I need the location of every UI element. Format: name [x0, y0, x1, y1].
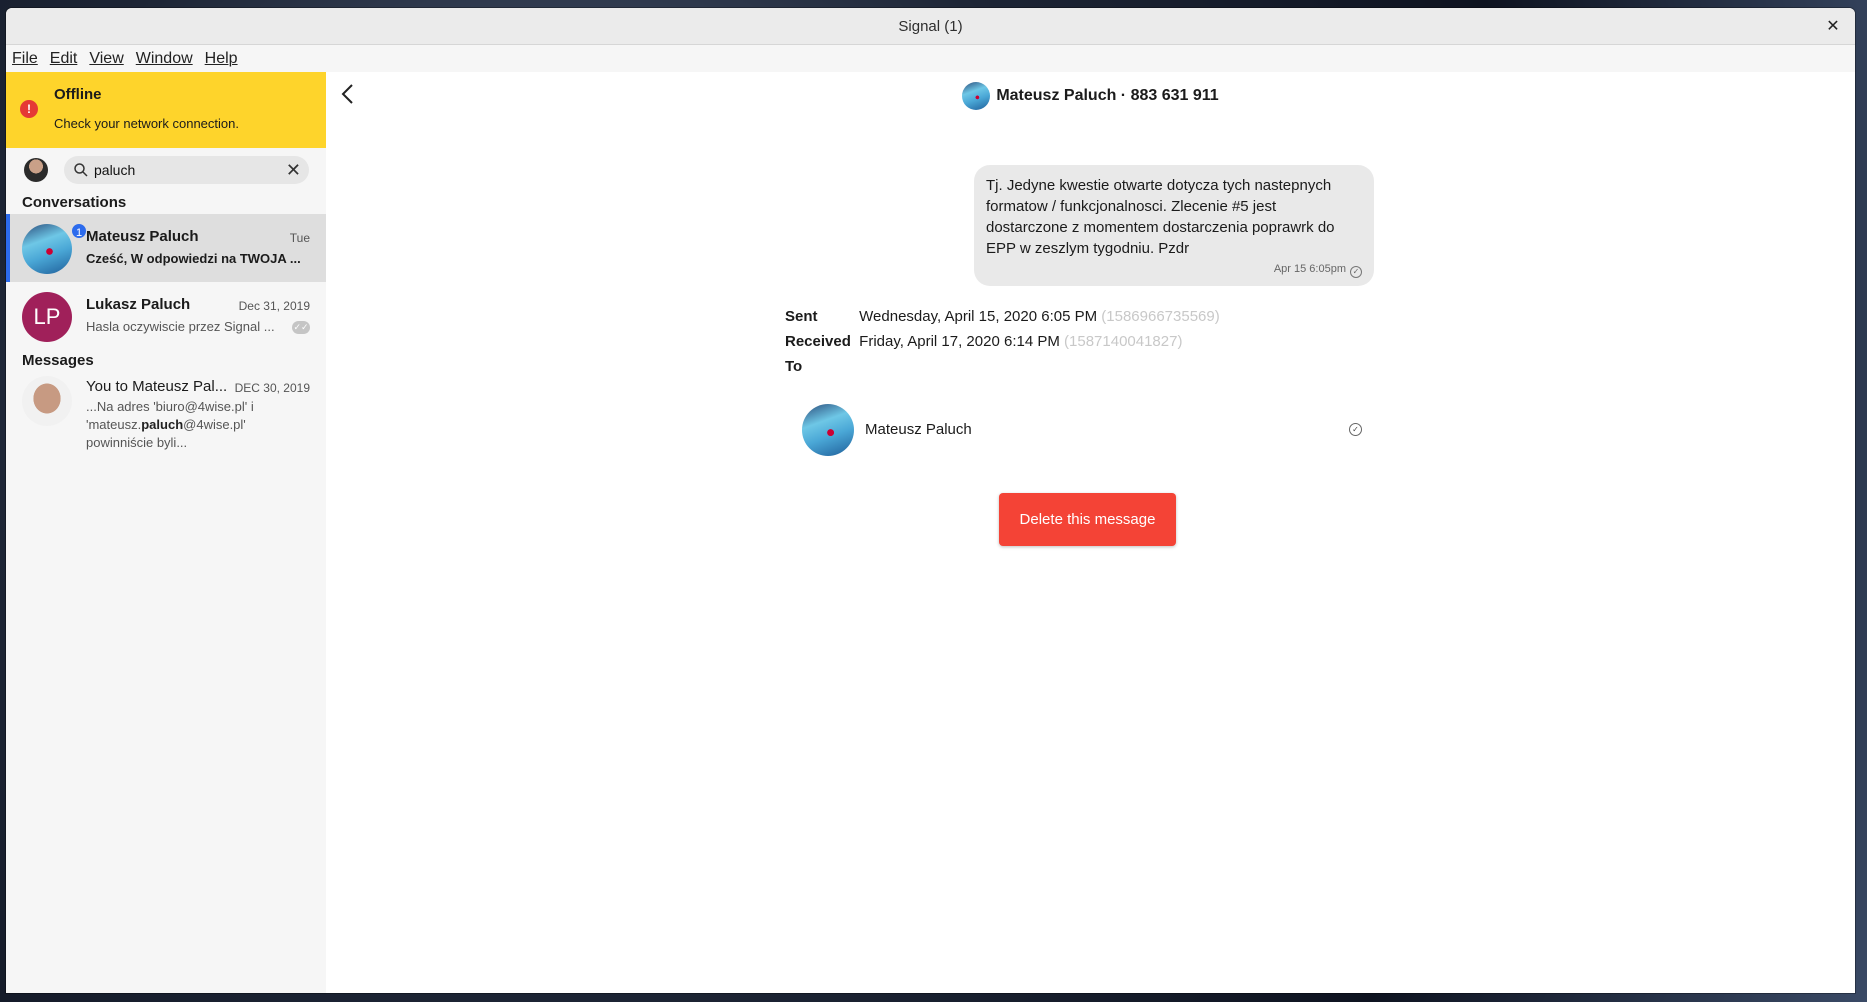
to-row: To: [785, 354, 1220, 379]
message-meta: Apr 15 6:05pm ✓: [986, 263, 1362, 278]
avatar: LP: [22, 292, 72, 342]
menu-view[interactable]: View: [89, 50, 123, 68]
offline-banner: ! Offline Check your network connection.: [6, 72, 326, 148]
message-result-snippet: ...Na adres 'biuro@4wise.pl' i 'mateusz.…: [86, 399, 254, 450]
conversation-name: Lukasz Paluch: [86, 296, 191, 313]
sent-value: Wednesday, April 15, 2020 6:05 PM: [859, 308, 1098, 325]
offline-title: Offline: [54, 86, 102, 103]
my-avatar[interactable]: [24, 158, 48, 182]
recipient-row[interactable]: Mateusz Paluch ✓: [802, 404, 1362, 458]
menu-edit[interactable]: Edit: [50, 50, 78, 68]
sent-label: Sent: [785, 308, 818, 325]
delivered-check-icon: ✓: [1349, 423, 1362, 436]
alert-icon: !: [20, 100, 38, 118]
sent-row: Sent Wednesday, April 15, 2020 6:05 PM (…: [785, 304, 1220, 329]
received-label: Received: [785, 333, 851, 350]
message-details: Sent Wednesday, April 15, 2020 6:05 PM (…: [785, 304, 1220, 379]
header-avatar: [962, 82, 991, 110]
received-value: Friday, April 17, 2020 6:14 PM: [859, 333, 1060, 350]
offline-subtitle: Check your network connection.: [54, 116, 239, 131]
message-search-result[interactable]: You to Mateusz Pal... DEC 30, 2019 ...Na…: [6, 372, 326, 456]
conversation-name: Mateusz Paluch: [86, 228, 199, 245]
menu-file[interactable]: File: [12, 50, 38, 68]
recipient-name: Mateusz Paluch: [865, 421, 972, 438]
message-detail-panel: Mateusz Paluch · 883 631 911 Tj. Jedyne …: [326, 72, 1855, 993]
sent-timestamp: (1586966735569): [1101, 308, 1220, 325]
conversation-preview: Hasla oczywiscie przez Signal ...: [86, 319, 275, 334]
avatar: [22, 376, 72, 426]
message-result-time: DEC 30, 2019: [234, 381, 310, 395]
conversation-time: Dec 31, 2019: [238, 299, 310, 313]
close-icon[interactable]: ✕: [1823, 16, 1843, 36]
conversation-title: Mateusz Paluch · 883 631 911: [996, 87, 1219, 104]
search-icon: [74, 163, 88, 177]
avatar: [22, 224, 72, 274]
signal-window: Signal (1) ✕ File Edit View Window Help …: [6, 8, 1855, 993]
menu-window[interactable]: Window: [136, 50, 193, 68]
delivered-check-icon: ✓: [1350, 266, 1362, 278]
sidebar: ! Offline Check your network connection.…: [6, 72, 326, 993]
conversation-preview: Cześć, W odpowiedzi na TWOJA ...: [86, 251, 301, 266]
delete-message-button[interactable]: Delete this message: [999, 493, 1176, 546]
menu-help[interactable]: Help: [205, 50, 238, 68]
search-box: ✕: [64, 156, 309, 184]
title-bar: Signal (1) ✕: [6, 8, 1855, 45]
clear-search-icon[interactable]: ✕: [286, 161, 301, 179]
conversations-heading: Conversations: [22, 194, 127, 211]
search-input[interactable]: [94, 162, 274, 178]
message-result-title: You to Mateusz Pal...: [86, 378, 228, 395]
received-row: Received Friday, April 17, 2020 6:14 PM …: [785, 329, 1220, 354]
message-text: Tj. Jedyne kwestie otwarte dotycza tych …: [986, 177, 1335, 257]
search-row: ✕: [6, 148, 326, 192]
search-match: paluch: [141, 417, 184, 432]
window-title: Signal (1): [898, 17, 963, 35]
menu-bar: File Edit View Window Help: [6, 45, 1855, 72]
message-bubble[interactable]: Tj. Jedyne kwestie otwarte dotycza tych …: [974, 165, 1374, 286]
conversation-time: Tue: [289, 231, 310, 245]
messages-heading: Messages: [22, 352, 94, 369]
conversation-item-lukasz-paluch[interactable]: LP Lukasz Paluch Dec 31, 2019 Hasla oczy…: [6, 282, 326, 350]
to-label: To: [785, 358, 803, 375]
read-check-icon: ✓✓: [292, 321, 310, 334]
received-timestamp: (1587140041827): [1064, 333, 1183, 350]
conversation-item-mateusz-paluch[interactable]: 1 Mateusz Paluch Tue Cześć, W odpowiedzi…: [6, 214, 326, 282]
conversation-header[interactable]: Mateusz Paluch · 883 631 911: [326, 82, 1855, 110]
recipient-avatar: [802, 404, 854, 456]
